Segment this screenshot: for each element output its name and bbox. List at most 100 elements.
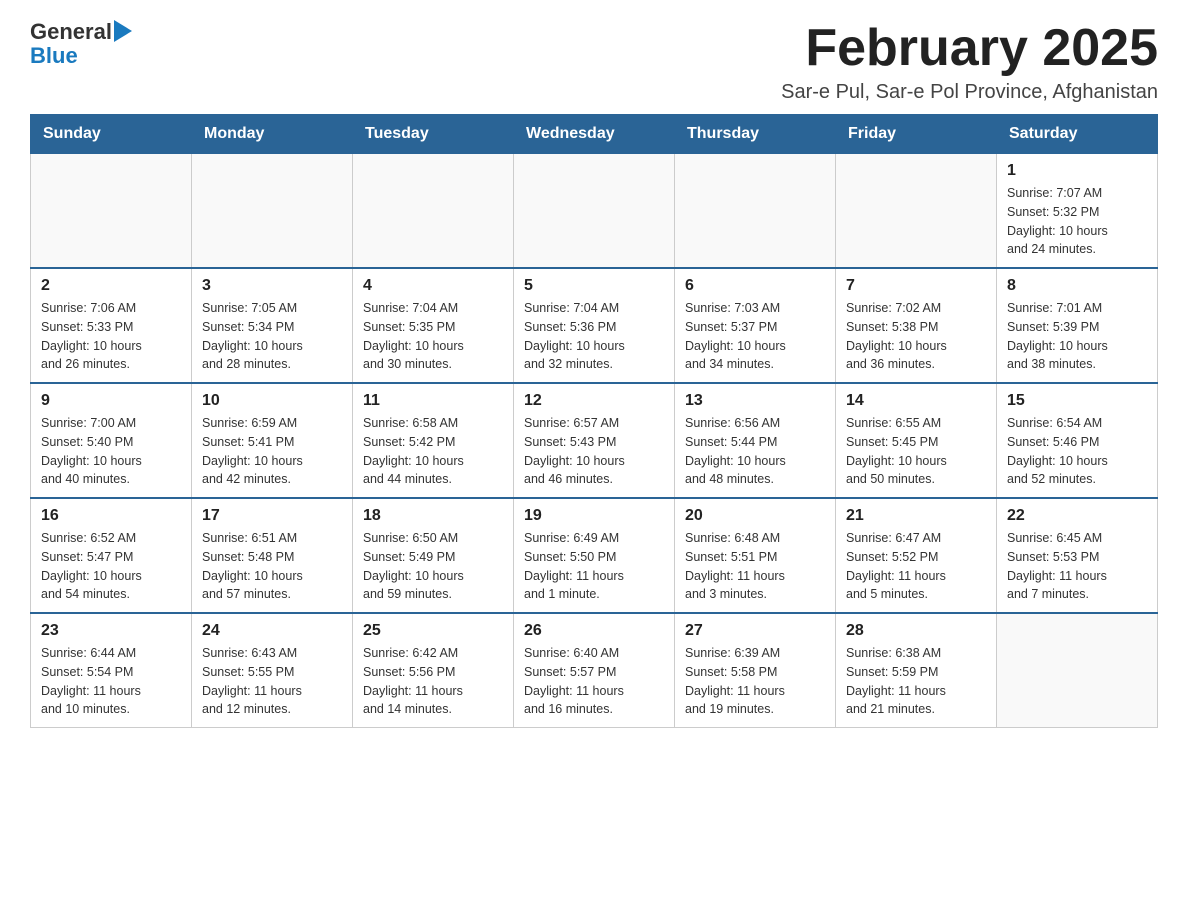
day-number: 14 — [846, 392, 986, 410]
day-number: 6 — [685, 277, 825, 295]
header-sunday: Sunday — [31, 115, 192, 154]
calendar-cell-w3-d5: 21 Sunrise: 6:47 AMSunset: 5:52 PMDayligh… — [836, 498, 997, 613]
logo: General Blue — [30, 20, 132, 68]
day-info: Sunrise: 6:52 AMSunset: 5:47 PMDaylight:… — [41, 529, 181, 604]
day-number: 24 — [202, 622, 342, 640]
header-wednesday: Wednesday — [514, 115, 675, 154]
day-info: Sunrise: 6:42 AMSunset: 5:56 PMDaylight:… — [363, 644, 503, 719]
day-number: 25 — [363, 622, 503, 640]
calendar-cell-w0-d1 — [192, 154, 353, 269]
calendar-cell-w2-d4: 13 Sunrise: 6:56 AMSunset: 5:44 PMDayligh… — [675, 383, 836, 498]
logo-blue-text: Blue — [30, 43, 78, 68]
day-number: 2 — [41, 277, 181, 295]
day-number: 8 — [1007, 277, 1147, 295]
day-info: Sunrise: 6:40 AMSunset: 5:57 PMDaylight:… — [524, 644, 664, 719]
day-number: 7 — [846, 277, 986, 295]
day-info: Sunrise: 6:49 AMSunset: 5:50 PMDaylight:… — [524, 529, 664, 604]
day-number: 4 — [363, 277, 503, 295]
calendar-cell-w3-d1: 17 Sunrise: 6:51 AMSunset: 5:48 PMDayligh… — [192, 498, 353, 613]
day-info: Sunrise: 6:44 AMSunset: 5:54 PMDaylight:… — [41, 644, 181, 719]
calendar-cell-w1-d1: 3 Sunrise: 7:05 AMSunset: 5:34 PMDaylight… — [192, 268, 353, 383]
calendar-cell-w2-d5: 14 Sunrise: 6:55 AMSunset: 5:45 PMDayligh… — [836, 383, 997, 498]
day-number: 13 — [685, 392, 825, 410]
day-number: 10 — [202, 392, 342, 410]
day-number: 23 — [41, 622, 181, 640]
calendar-subtitle: Sar-e Pul, Sar-e Pol Province, Afghanist… — [781, 81, 1158, 104]
day-number: 17 — [202, 507, 342, 525]
calendar-cell-w4-d5: 28 Sunrise: 6:38 AMSunset: 5:59 PMDayligh… — [836, 613, 997, 728]
day-info: Sunrise: 7:06 AMSunset: 5:33 PMDaylight:… — [41, 299, 181, 374]
calendar-cell-w2-d3: 12 Sunrise: 6:57 AMSunset: 5:43 PMDayligh… — [514, 383, 675, 498]
calendar-title: February 2025 — [781, 20, 1158, 77]
day-info: Sunrise: 7:01 AMSunset: 5:39 PMDaylight:… — [1007, 299, 1147, 374]
calendar-cell-w1-d0: 2 Sunrise: 7:06 AMSunset: 5:33 PMDaylight… — [31, 268, 192, 383]
calendar-cell-w3-d3: 19Sunrise: 6:49 AMSunset: 5:50 PMDayligh… — [514, 498, 675, 613]
day-info: Sunrise: 7:04 AMSunset: 5:36 PMDaylight:… — [524, 299, 664, 374]
day-number: 12 — [524, 392, 664, 410]
day-info: Sunrise: 6:57 AMSunset: 5:43 PMDaylight:… — [524, 414, 664, 489]
day-number: 3 — [202, 277, 342, 295]
day-number: 16 — [41, 507, 181, 525]
calendar-cell-w4-d6 — [997, 613, 1158, 728]
day-info: Sunrise: 7:00 AMSunset: 5:40 PMDaylight:… — [41, 414, 181, 489]
day-info: Sunrise: 7:04 AMSunset: 5:35 PMDaylight:… — [363, 299, 503, 374]
day-info: Sunrise: 7:05 AMSunset: 5:34 PMDaylight:… — [202, 299, 342, 374]
day-info: Sunrise: 6:43 AMSunset: 5:55 PMDaylight:… — [202, 644, 342, 719]
day-number: 15 — [1007, 392, 1147, 410]
header: General Blue February 2025 Sar-e Pul, Sa… — [30, 20, 1158, 104]
day-info: Sunrise: 6:39 AMSunset: 5:58 PMDaylight:… — [685, 644, 825, 719]
day-info: Sunrise: 6:50 AMSunset: 5:49 PMDaylight:… — [363, 529, 503, 604]
day-info: Sunrise: 6:59 AMSunset: 5:41 PMDaylight:… — [202, 414, 342, 489]
day-info: Sunrise: 7:07 AMSunset: 5:32 PMDaylight:… — [1007, 184, 1147, 259]
calendar-cell-w2-d1: 10 Sunrise: 6:59 AMSunset: 5:41 PMDayligh… — [192, 383, 353, 498]
day-info: Sunrise: 6:54 AMSunset: 5:46 PMDaylight:… — [1007, 414, 1147, 489]
day-info: Sunrise: 6:38 AMSunset: 5:59 PMDaylight:… — [846, 644, 986, 719]
day-number: 28 — [846, 622, 986, 640]
calendar-cell-w4-d1: 24 Sunrise: 6:43 AMSunset: 5:55 PMDayligh… — [192, 613, 353, 728]
calendar-cell-w4-d2: 25 Sunrise: 6:42 AMSunset: 5:56 PMDayligh… — [353, 613, 514, 728]
calendar-week-4: 23 Sunrise: 6:44 AMSunset: 5:54 PMDayligh… — [31, 613, 1158, 728]
header-friday: Friday — [836, 115, 997, 154]
day-number: 27 — [685, 622, 825, 640]
calendar-week-0: 1 Sunrise: 7:07 AMSunset: 5:32 PMDaylight… — [31, 154, 1158, 269]
day-info: Sunrise: 6:47 AMSunset: 5:52 PMDaylight:… — [846, 529, 986, 604]
calendar-cell-w0-d5 — [836, 154, 997, 269]
calendar-cell-w1-d3: 5Sunrise: 7:04 AMSunset: 5:36 PMDaylight… — [514, 268, 675, 383]
logo-general-text: General — [30, 20, 112, 44]
calendar-header-row: Sunday Monday Tuesday Wednesday Thursday… — [31, 115, 1158, 154]
calendar-cell-w1-d5: 7 Sunrise: 7:02 AMSunset: 5:38 PMDaylight… — [836, 268, 997, 383]
day-number: 21 — [846, 507, 986, 525]
calendar-cell-w2-d2: 11Sunrise: 6:58 AMSunset: 5:42 PMDayligh… — [353, 383, 514, 498]
day-number: 22 — [1007, 507, 1147, 525]
header-thursday: Thursday — [675, 115, 836, 154]
calendar-cell-w3-d6: 22 Sunrise: 6:45 AMSunset: 5:53 PMDayligh… — [997, 498, 1158, 613]
calendar-cell-w4-d0: 23 Sunrise: 6:44 AMSunset: 5:54 PMDayligh… — [31, 613, 192, 728]
calendar-cell-w0-d3 — [514, 154, 675, 269]
day-number: 1 — [1007, 162, 1147, 180]
calendar-table: Sunday Monday Tuesday Wednesday Thursday… — [30, 114, 1158, 728]
calendar-cell-w1-d4: 6 Sunrise: 7:03 AMSunset: 5:37 PMDaylight… — [675, 268, 836, 383]
day-info: Sunrise: 6:56 AMSunset: 5:44 PMDaylight:… — [685, 414, 825, 489]
calendar-cell-w3-d0: 16 Sunrise: 6:52 AMSunset: 5:47 PMDayligh… — [31, 498, 192, 613]
header-tuesday: Tuesday — [353, 115, 514, 154]
calendar-week-1: 2 Sunrise: 7:06 AMSunset: 5:33 PMDaylight… — [31, 268, 1158, 383]
calendar-cell-w4-d3: 26Sunrise: 6:40 AMSunset: 5:57 PMDayligh… — [514, 613, 675, 728]
calendar-cell-w2-d6: 15 Sunrise: 6:54 AMSunset: 5:46 PMDayligh… — [997, 383, 1158, 498]
day-info: Sunrise: 7:02 AMSunset: 5:38 PMDaylight:… — [846, 299, 986, 374]
day-info: Sunrise: 7:03 AMSunset: 5:37 PMDaylight:… — [685, 299, 825, 374]
day-info: Sunrise: 6:48 AMSunset: 5:51 PMDaylight:… — [685, 529, 825, 604]
day-info: Sunrise: 6:45 AMSunset: 5:53 PMDaylight:… — [1007, 529, 1147, 604]
day-number: 9 — [41, 392, 181, 410]
calendar-cell-w1-d2: 4 Sunrise: 7:04 AMSunset: 5:35 PMDaylight… — [353, 268, 514, 383]
calendar-cell-w3-d4: 20Sunrise: 6:48 AMSunset: 5:51 PMDayligh… — [675, 498, 836, 613]
calendar-cell-w4-d4: 27 Sunrise: 6:39 AMSunset: 5:58 PMDayligh… — [675, 613, 836, 728]
header-monday: Monday — [192, 115, 353, 154]
header-saturday: Saturday — [997, 115, 1158, 154]
calendar-cell-w1-d6: 8 Sunrise: 7:01 AMSunset: 5:39 PMDaylight… — [997, 268, 1158, 383]
calendar-cell-w0-d6: 1 Sunrise: 7:07 AMSunset: 5:32 PMDaylight… — [997, 154, 1158, 269]
title-area: February 2025 Sar-e Pul, Sar-e Pol Provi… — [781, 20, 1158, 104]
calendar-cell-w0-d4 — [675, 154, 836, 269]
day-info: Sunrise: 6:51 AMSunset: 5:48 PMDaylight:… — [202, 529, 342, 604]
day-info: Sunrise: 6:55 AMSunset: 5:45 PMDaylight:… — [846, 414, 986, 489]
day-info: Sunrise: 6:58 AMSunset: 5:42 PMDaylight:… — [363, 414, 503, 489]
